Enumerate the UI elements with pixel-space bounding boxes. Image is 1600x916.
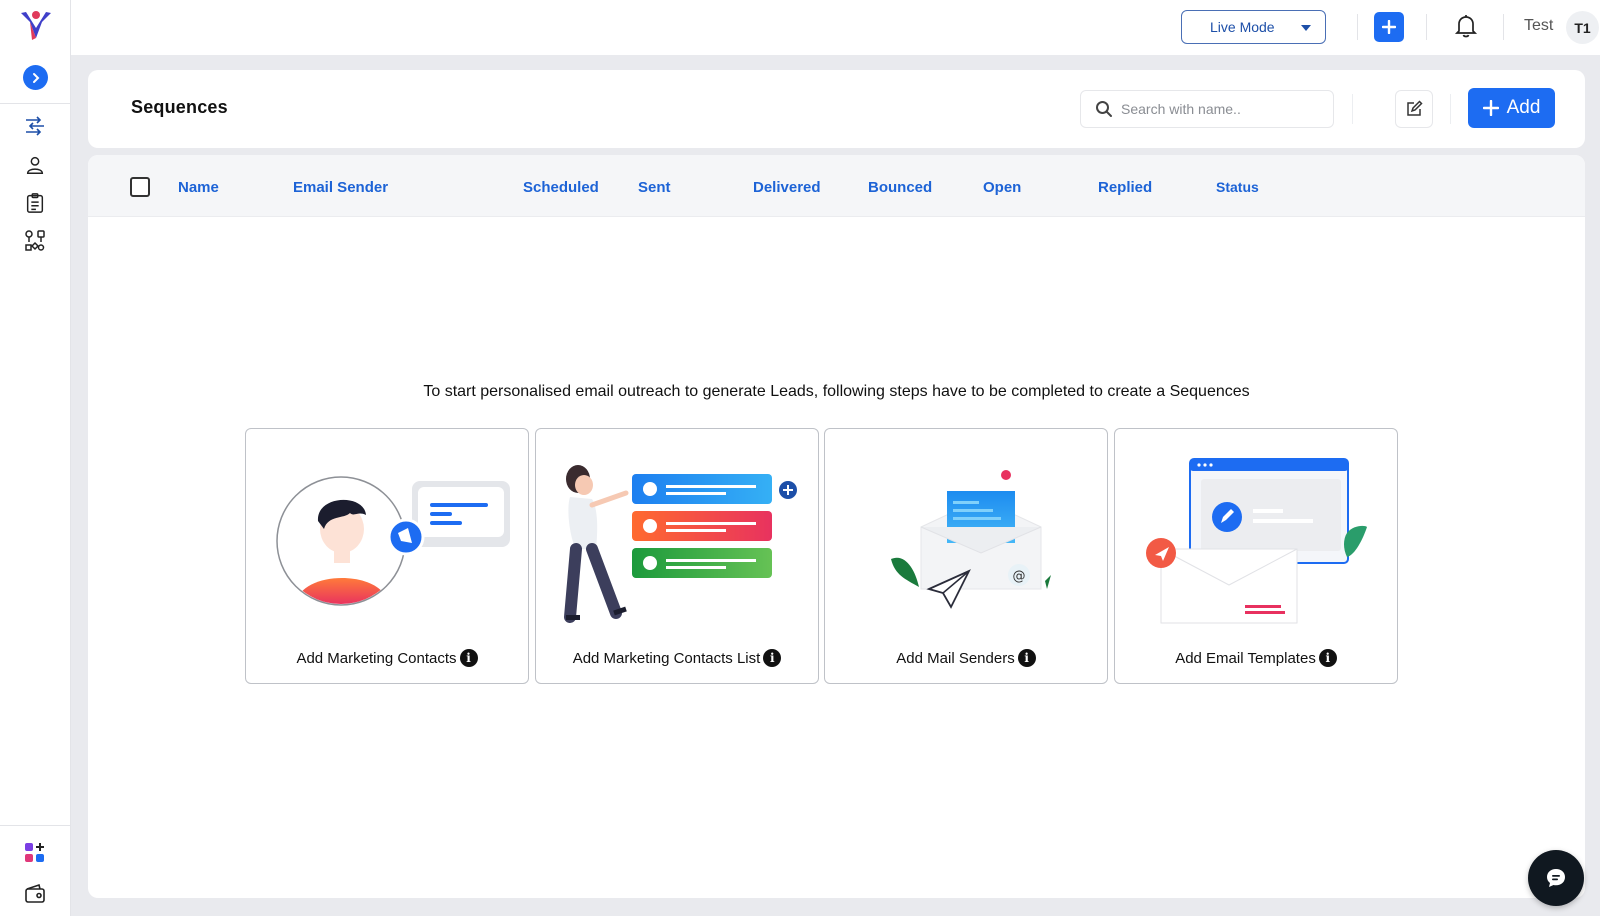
step-label: Add Marketing Contacts List i — [536, 649, 818, 667]
plus-icon — [1482, 100, 1499, 116]
edit-button[interactable] — [1395, 90, 1433, 128]
column-header-bounced[interactable]: Bounced — [868, 179, 932, 196]
app-logo[interactable] — [18, 8, 54, 44]
step-label-text: Add Mail Senders — [896, 649, 1015, 667]
search-icon — [1096, 101, 1112, 117]
empty-state-message: To start personalised email outreach to … — [423, 383, 1250, 400]
column-header-name[interactable]: Name — [178, 179, 219, 196]
topbar-divider — [1357, 14, 1358, 40]
email-templates-illustration — [1146, 458, 1367, 624]
chat-support-button[interactable] — [1528, 850, 1584, 906]
table-header: Name Email Sender Scheduled Sent Deliver… — [88, 155, 1585, 217]
step-card-add-marketing-contacts-list[interactable]: Add Marketing Contacts List i — [535, 428, 819, 684]
mode-select-value: Live Mode — [1210, 19, 1275, 35]
info-icon[interactable]: i — [1017, 649, 1036, 667]
search-input[interactable] — [1121, 101, 1321, 117]
sidebar-item-wallet[interactable] — [22, 880, 48, 906]
bell-icon[interactable] — [1452, 12, 1480, 40]
clipboard-list-icon — [26, 193, 44, 213]
add-sequence-button[interactable]: Add — [1468, 88, 1555, 128]
user-icon — [26, 156, 44, 174]
caret-down-icon — [1301, 25, 1311, 31]
step-card-add-marketing-contacts[interactable]: Add Marketing Contacts i — [245, 428, 529, 684]
wallet-icon — [25, 883, 45, 903]
mail-senders-illustration: @ — [891, 470, 1051, 609]
marketing-contacts-illustration — [276, 476, 510, 606]
column-header-status[interactable]: Status — [1216, 179, 1259, 195]
edit-icon — [1407, 100, 1423, 116]
quick-create-button[interactable] — [1374, 12, 1404, 42]
plus-icon — [1382, 20, 1396, 34]
step-card-add-mail-senders[interactable]: @ Add Mail Senders i — [824, 428, 1108, 684]
info-icon[interactable]: i — [1318, 649, 1337, 667]
sidebar-item-sequences[interactable] — [22, 113, 48, 139]
chevron-right-icon — [32, 72, 39, 83]
sequences-table: Name Email Sender Scheduled Sent Deliver… — [88, 155, 1585, 898]
sidebar-divider-bottom — [0, 825, 71, 826]
chat-bubble-icon — [1547, 869, 1565, 887]
add-button-label: Add — [1506, 97, 1541, 118]
topbar-divider — [1426, 14, 1427, 40]
info-icon[interactable]: i — [459, 649, 478, 667]
column-header-email-sender[interactable]: Email Sender — [293, 179, 388, 196]
sidebar — [0, 0, 71, 916]
avatar[interactable]: T1 — [1566, 11, 1599, 44]
user-name[interactable]: Test — [1524, 17, 1553, 35]
sidebar-item-workflows[interactable] — [22, 228, 48, 254]
step-card-add-email-templates[interactable]: Add Email Templates i — [1114, 428, 1398, 684]
svg-text:@: @ — [1013, 569, 1026, 584]
column-header-replied[interactable]: Replied — [1098, 179, 1152, 196]
workflow-icon — [25, 230, 45, 251]
column-header-delivered[interactable]: Delivered — [753, 179, 821, 196]
apps-add-icon — [25, 843, 44, 862]
header-divider — [1352, 94, 1353, 124]
sidebar-item-lists[interactable] — [22, 190, 48, 216]
page-title: Sequences — [131, 97, 228, 117]
select-all-checkbox[interactable] — [130, 177, 150, 197]
sidebar-expand-button[interactable] — [23, 65, 48, 90]
sidebar-item-contacts[interactable] — [22, 152, 48, 178]
sidebar-divider — [0, 103, 71, 104]
column-header-open[interactable]: Open — [983, 179, 1021, 196]
step-label: Add Email Templates i — [1115, 649, 1397, 667]
step-label-text: Add Marketing Contacts — [296, 649, 457, 667]
info-icon[interactable]: i — [763, 649, 782, 667]
sequence-flow-icon — [26, 116, 44, 136]
page-header: Sequences Add — [88, 70, 1585, 148]
step-label-text: Add Email Templates — [1175, 649, 1316, 667]
step-label-text: Add Marketing Contacts List — [572, 649, 761, 667]
column-header-scheduled[interactable]: Scheduled — [523, 179, 599, 196]
contacts-list-illustration — [564, 465, 797, 623]
step-label: Add Mail Senders i — [825, 649, 1107, 667]
sidebar-item-apps[interactable] — [22, 840, 48, 866]
mode-select[interactable]: Live Mode — [1181, 10, 1326, 44]
search-box[interactable] — [1080, 90, 1334, 128]
header-divider — [1450, 94, 1451, 124]
top-bar: Live Mode Test T1 — [71, 0, 1600, 55]
topbar-divider — [1503, 14, 1504, 40]
step-label: Add Marketing Contacts i — [246, 649, 528, 667]
column-header-sent[interactable]: Sent — [638, 179, 671, 196]
